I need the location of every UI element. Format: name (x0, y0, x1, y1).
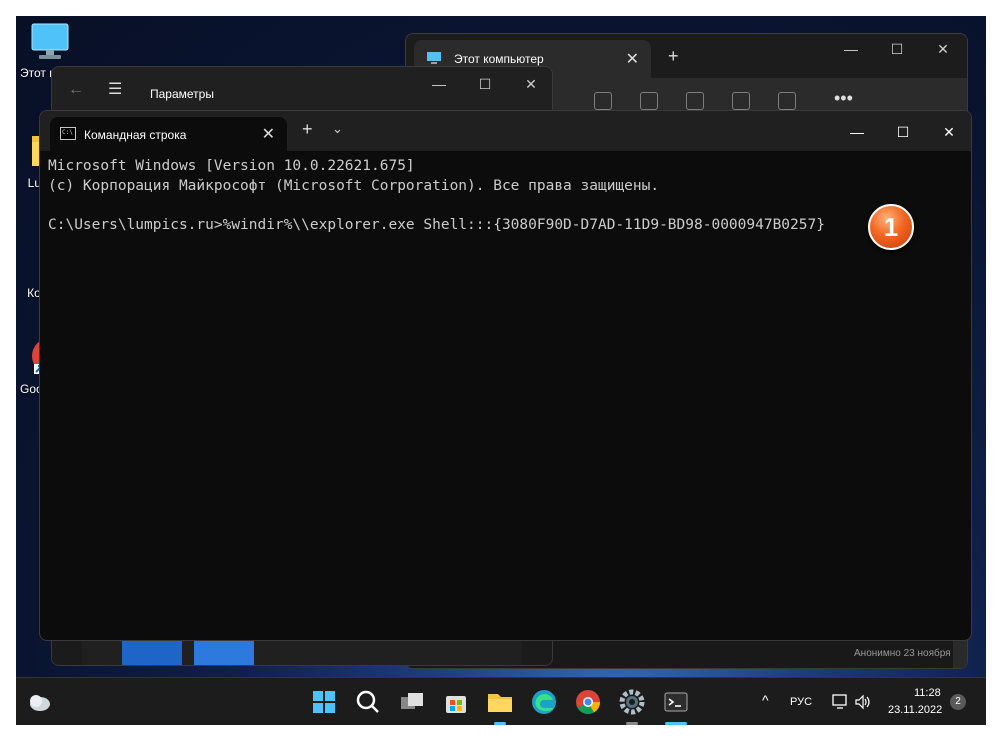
explorer-new-tab-button[interactable]: + (668, 46, 679, 67)
network-icon[interactable] (832, 694, 850, 710)
explorer-status-text: Анонимно 23 ноября в 22:33 (854, 648, 967, 659)
monitor-icon (427, 52, 441, 64)
active-indicator (665, 722, 687, 725)
active-indicator (494, 722, 506, 725)
volume-icon[interactable] (854, 694, 872, 710)
more-options-icon[interactable]: ••• (834, 88, 853, 109)
active-indicator (626, 722, 638, 725)
terminal-icon[interactable] (660, 686, 692, 718)
terminal-line: C:\Users\lumpics.ru>%windir%\\explorer.e… (48, 216, 825, 233)
close-tab-icon[interactable]: ✕ (626, 49, 639, 69)
hamburger-menu-icon[interactable]: ☰ (108, 79, 122, 99)
cmd-tab-title: Командная строка (84, 128, 187, 142)
explorer-tab-title: Этот компьютер (454, 52, 544, 66)
settings-title-bar: ← ☰ Параметры — ☐ ✕ (52, 67, 552, 115)
maximize-icon[interactable]: ☐ (880, 117, 926, 149)
terminal-output[interactable]: Microsoft Windows [Version 10.0.22621.67… (48, 157, 963, 640)
weather-cloud-icon[interactable] (26, 691, 52, 713)
paste-icon[interactable] (640, 92, 658, 110)
settings-icon[interactable] (616, 686, 648, 718)
clock-time[interactable]: 11:28 (914, 687, 941, 699)
cmd-tab-bar: C:\ Командная строка ✕ + ⌄ — ☐ ✕ (40, 111, 971, 151)
settings-title: Параметры (150, 87, 214, 101)
chrome-icon[interactable] (572, 686, 604, 718)
language-indicator[interactable]: РУС (790, 696, 812, 708)
edge-icon[interactable] (528, 686, 560, 718)
cmd-window[interactable]: C:\ Командная строка ✕ + ⌄ — ☐ ✕ Microso… (39, 110, 972, 641)
chevron-down-icon[interactable]: ⌄ (332, 121, 343, 137)
rename-icon[interactable] (686, 92, 704, 110)
task-view-icon[interactable] (396, 686, 428, 718)
delete-icon[interactable] (778, 92, 796, 110)
copy-icon[interactable] (594, 92, 612, 110)
cmd-tab[interactable]: C:\ Командная строка ✕ (50, 117, 287, 151)
file-explorer-icon[interactable] (484, 686, 516, 718)
chevron-up-icon[interactable]: ^ (762, 692, 769, 708)
search-icon[interactable] (352, 686, 384, 718)
minimize-icon[interactable]: — (834, 117, 880, 149)
close-tab-icon[interactable]: ✕ (262, 124, 275, 144)
terminal-line: (c) Корпорация Майкрософт (Microsoft Cor… (48, 177, 660, 194)
back-arrow-icon[interactable]: ← (68, 81, 84, 99)
clock-date[interactable]: 23.11.2022 (888, 704, 942, 716)
terminal-line: Microsoft Windows [Version 10.0.22621.67… (48, 158, 415, 174)
minimize-icon[interactable]: — (416, 69, 462, 101)
maximize-icon[interactable]: ☐ (462, 69, 508, 101)
maximize-icon[interactable]: ☐ (874, 34, 920, 66)
share-icon[interactable] (732, 92, 750, 110)
notification-badge[interactable]: 2 (950, 694, 966, 710)
close-icon[interactable]: ✕ (508, 69, 552, 101)
monitor-icon (31, 23, 69, 59)
close-icon[interactable]: ✕ (926, 117, 971, 149)
close-icon[interactable]: ✕ (920, 34, 966, 66)
step-marker: 1 (868, 204, 914, 250)
cmd-icon: C:\ (60, 127, 76, 140)
start-icon[interactable] (308, 686, 340, 718)
desktop: Этот компьютер Lumpics Корзина Google Ch… (16, 16, 986, 725)
minimize-icon[interactable]: — (828, 34, 874, 66)
cmd-new-tab-button[interactable]: + (302, 119, 313, 140)
taskbar: ^ РУС 11:28 23.11.2022 2 (16, 677, 986, 725)
store-icon[interactable] (440, 686, 472, 718)
